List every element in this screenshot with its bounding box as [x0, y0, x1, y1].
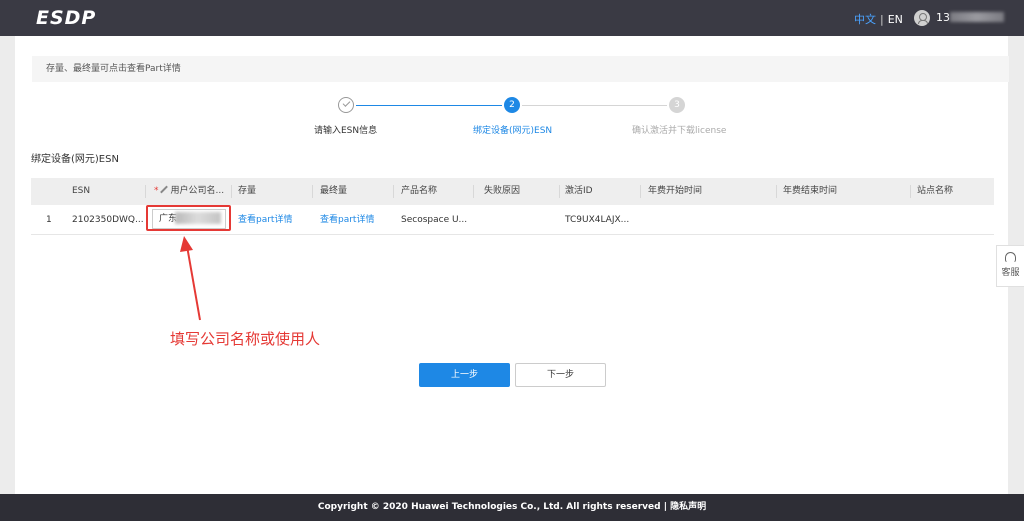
- annotation-arrow: [180, 236, 201, 321]
- prev-step-button[interactable]: 上一步: [419, 363, 510, 387]
- customer-service-widget[interactable]: 客服: [996, 245, 1024, 287]
- annotation-text: 填写公司名称或使用人: [170, 330, 321, 348]
- annotation-arrow-head: [180, 236, 193, 252]
- annotation-arrow-shaft: [186, 245, 201, 321]
- headset-icon: [1005, 252, 1016, 263]
- next-step-button[interactable]: 下一步: [515, 363, 606, 387]
- footer: Copyright © 2020 Huawei Technologies Co.…: [0, 494, 1024, 521]
- customer-service-label: 客服: [1001, 268, 1020, 278]
